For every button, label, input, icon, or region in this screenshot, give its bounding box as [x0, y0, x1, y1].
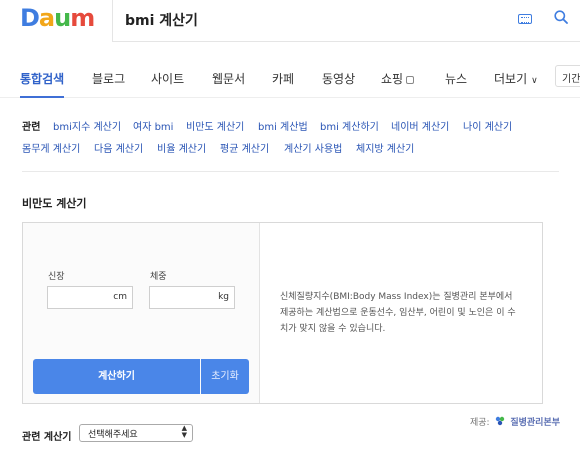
related-calc-label: 관련 계산기: [22, 432, 72, 443]
related-calc-selected: 선택해주세요: [88, 430, 138, 440]
related-link[interactable]: 비만도 계산기: [186, 118, 244, 133]
tab-blog[interactable]: 블로그: [92, 70, 125, 87]
calculator-title: 비만도 계산기: [22, 197, 87, 210]
search-input[interactable]: bmi 계산기: [112, 0, 580, 42]
height-input[interactable]: cm: [47, 286, 133, 309]
provider-name[interactable]: 질병관리본부: [510, 418, 560, 428]
logo-letter-d: D: [20, 4, 40, 32]
related-link[interactable]: 다음 계산기: [94, 140, 143, 155]
divider: [22, 171, 559, 172]
related-link[interactable]: 체지방 계산기: [356, 140, 414, 155]
tab-video[interactable]: 동영상: [322, 70, 355, 87]
height-unit: cm: [113, 292, 127, 302]
related-title: 관련: [22, 122, 41, 133]
logo-letter-m: m: [70, 4, 95, 32]
search-query: bmi 계산기: [125, 13, 198, 29]
logo-letter-u: u: [54, 4, 71, 32]
active-tab-indicator: [20, 96, 64, 98]
select-arrows-icon: ▲ ▼: [181, 424, 187, 439]
related-calc-select[interactable]: 선택해주세요 ▲ ▼: [79, 424, 193, 442]
related-link[interactable]: 몸무게 계산기: [22, 140, 80, 155]
logo-letter-a: a: [38, 4, 55, 32]
tab-news[interactable]: 뉴스: [445, 70, 467, 87]
header: Daum bmi 계산기: [0, 0, 580, 42]
provider-label: 제공:: [470, 418, 490, 428]
kdca-logo-icon: [496, 416, 505, 426]
tab-cafe[interactable]: 카페: [272, 70, 294, 87]
related-link[interactable]: 평균 계산기: [220, 140, 269, 155]
tab-more[interactable]: 더보기 ∨: [494, 70, 538, 87]
period-button[interactable]: 기간: [555, 65, 580, 87]
bmi-calculator: 신장 cm 체중 kg 계산하기 초기화 신체질량지수(BMI:Body Mas…: [22, 222, 543, 404]
related-link[interactable]: 여자 bmi: [133, 118, 173, 133]
related-link[interactable]: bmi지수 계산기: [53, 118, 121, 133]
related-link[interactable]: 나이 계산기: [463, 118, 512, 133]
weight-label: 체중: [150, 272, 167, 282]
height-label: 신장: [48, 272, 65, 282]
related-link[interactable]: bmi 계산하기: [320, 118, 379, 133]
related-link[interactable]: 비율 계산기: [157, 140, 206, 155]
daum-logo[interactable]: Daum: [20, 3, 95, 33]
weight-unit: kg: [218, 292, 229, 302]
related-link[interactable]: bmi 계산법: [258, 118, 308, 133]
calculator-description: 신체질량지수(BMI:Body Mass Index)는 질병관리 본부에서 제…: [280, 292, 516, 334]
keyboard-icon[interactable]: [518, 14, 532, 24]
calculator-input-panel: 신장 cm 체중 kg 계산하기 초기화: [23, 223, 260, 403]
tab-all[interactable]: 통합검색: [20, 70, 64, 87]
search-icon[interactable]: [554, 10, 568, 24]
chevron-down-icon: ∨: [531, 76, 538, 86]
weight-input[interactable]: kg: [149, 286, 235, 309]
tab-more-label: 더보기: [494, 72, 528, 86]
shopping-window-icon: [406, 76, 415, 84]
related-link[interactable]: 계산기 사용법: [284, 140, 342, 155]
tab-webdoc[interactable]: 웹문서: [212, 70, 245, 87]
provider-credit: 제공: 질병관리본부: [470, 415, 560, 428]
reset-button[interactable]: 초기화: [201, 359, 249, 394]
tab-site[interactable]: 사이트: [151, 70, 184, 87]
tab-shopping-label: 쇼핑: [381, 72, 404, 86]
search-tabs: 통합검색 블로그 사이트 웹문서 카페 동영상 쇼핑 뉴스 더보기 ∨ 기간: [0, 44, 580, 98]
tab-shopping[interactable]: 쇼핑: [381, 70, 415, 87]
related-link[interactable]: 네이버 계산기: [391, 118, 449, 133]
calculate-button[interactable]: 계산하기: [33, 359, 200, 394]
